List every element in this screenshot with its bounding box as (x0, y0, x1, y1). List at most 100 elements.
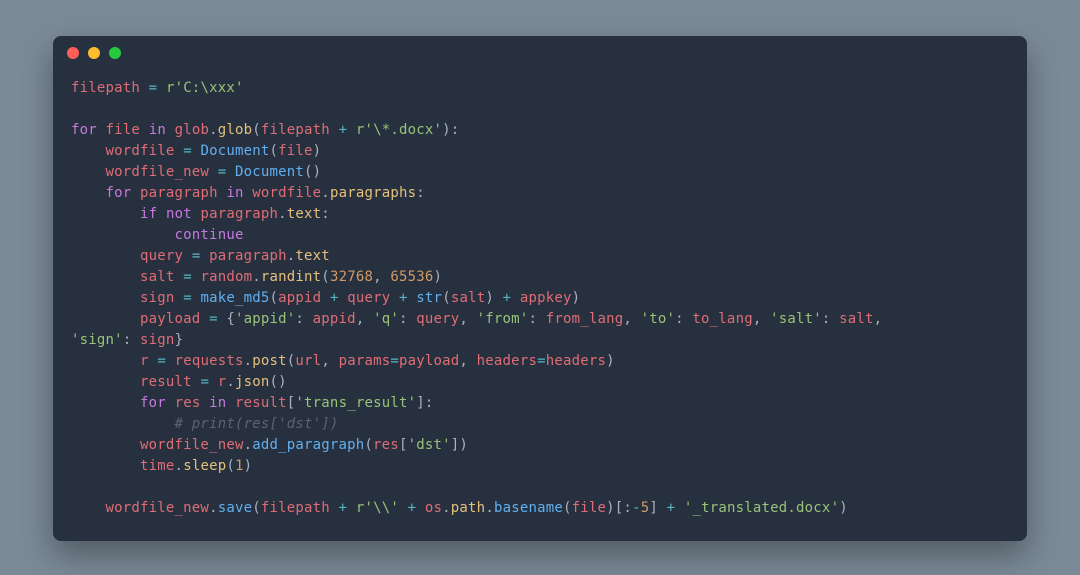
token-op: = (537, 353, 546, 369)
token-id: wordfile_new (106, 164, 210, 180)
token-cmt: # print(res['dst']) (175, 416, 339, 432)
token-pn: ) (313, 143, 322, 159)
token-pn (390, 290, 399, 306)
token-id: file (278, 143, 313, 159)
token-id: result (235, 395, 287, 411)
zoom-icon[interactable] (109, 47, 121, 59)
token-pn (71, 458, 140, 474)
token-id: res (175, 395, 201, 411)
token-op: = (390, 353, 399, 369)
token-pn (71, 248, 140, 264)
token-attr: glob (218, 122, 253, 138)
token-pn: : (399, 311, 416, 327)
token-pn: ): (442, 122, 459, 138)
token-pn: ( (321, 269, 330, 285)
token-op: + (408, 500, 417, 516)
token-id: appkey (520, 290, 572, 306)
token-kw: in (209, 395, 226, 411)
token-kw: in (226, 185, 243, 201)
token-pn (339, 290, 348, 306)
code-line: wordfile_new.save(filepath + r'\\' + os.… (71, 498, 1009, 519)
token-pn: : (675, 311, 692, 327)
code-line: time.sleep(1) (71, 456, 1009, 477)
token-id: filepath (261, 122, 330, 138)
token-attr: text (295, 248, 330, 264)
token-attr: post (252, 353, 287, 369)
minimize-icon[interactable] (88, 47, 100, 59)
token-id: salt (451, 290, 486, 306)
token-attr: json (235, 374, 270, 390)
close-icon[interactable] (67, 47, 79, 59)
token-pn (408, 290, 417, 306)
token-str: 'appid' (235, 311, 295, 327)
token-str: r'C:\xxx' (166, 80, 244, 96)
token-op: + (330, 290, 339, 306)
token-pn: ) (434, 269, 443, 285)
code-line: for file in glob.glob(filepath + r'\*.do… (71, 120, 1009, 141)
token-id: paragraph (140, 185, 218, 201)
token-pn (200, 395, 209, 411)
token-id: payload (399, 353, 459, 369)
token-pn (97, 122, 106, 138)
token-id: wordfile (106, 143, 175, 159)
token-str: 'trans_result' (295, 395, 416, 411)
token-pn: () (270, 374, 287, 390)
token-id: salt (839, 311, 874, 327)
token-kw: not (166, 206, 192, 222)
token-attr: sleep (183, 458, 226, 474)
token-pn (175, 143, 184, 159)
code-line: salt = random.randint(32768, 65536) (71, 267, 1009, 288)
token-pn: ] (649, 500, 666, 516)
token-pn: () (304, 164, 321, 180)
token-pn (175, 269, 184, 285)
token-pn: , (874, 311, 891, 327)
token-pn: ) (485, 290, 502, 306)
token-pn: ) (572, 290, 581, 306)
editor-window: filepath = r'C:\xxx' for file in glob.gl… (53, 36, 1027, 541)
token-pn (183, 248, 192, 264)
token-pn (71, 227, 175, 243)
token-id: salt (140, 269, 175, 285)
token-op: + (667, 500, 676, 516)
token-pn: ( (252, 122, 261, 138)
token-pn: ( (252, 500, 261, 516)
token-attr: path (451, 500, 486, 516)
token-pn: ]) (451, 437, 468, 453)
code-line: if not paragraph.text: (71, 204, 1009, 225)
token-id: query (140, 248, 183, 264)
token-pn (71, 206, 140, 222)
token-kw: if (140, 206, 157, 222)
code-line: filepath = r'C:\xxx' (71, 78, 1009, 99)
token-pn (175, 290, 184, 306)
token-id: wordfile (252, 185, 321, 201)
token-pn: [ (399, 437, 408, 453)
code-line: for res in result['trans_result']: (71, 393, 1009, 414)
token-pn (347, 500, 356, 516)
token-pn (226, 164, 235, 180)
token-pn: ]: (416, 395, 433, 411)
token-pn: : (822, 311, 839, 327)
token-id: file (572, 500, 607, 516)
token-pn (71, 437, 140, 453)
token-pn: : (416, 185, 425, 201)
token-fn: str (416, 290, 442, 306)
token-pn (71, 290, 140, 306)
token-pn (140, 80, 149, 96)
token-pn: , (459, 353, 476, 369)
token-id: requests (175, 353, 244, 369)
token-str: '_translated.docx' (684, 500, 839, 516)
token-pn (71, 311, 140, 327)
code-line: payload = {'appid': appid, 'q': query, '… (71, 309, 1009, 330)
token-pn (71, 143, 106, 159)
token-attr: text (287, 206, 322, 222)
token-attr: paragraphs (330, 185, 416, 201)
token-fn: save (218, 500, 253, 516)
token-pn (347, 122, 356, 138)
code-line: sign = make_md5(appid + query + str(salt… (71, 288, 1009, 309)
titlebar (53, 36, 1027, 70)
code-line: wordfile_new = Document() (71, 162, 1009, 183)
token-op: + (339, 500, 348, 516)
code-line: query = paragraph.text (71, 246, 1009, 267)
token-pn: } (175, 332, 184, 348)
token-pn (244, 185, 253, 201)
